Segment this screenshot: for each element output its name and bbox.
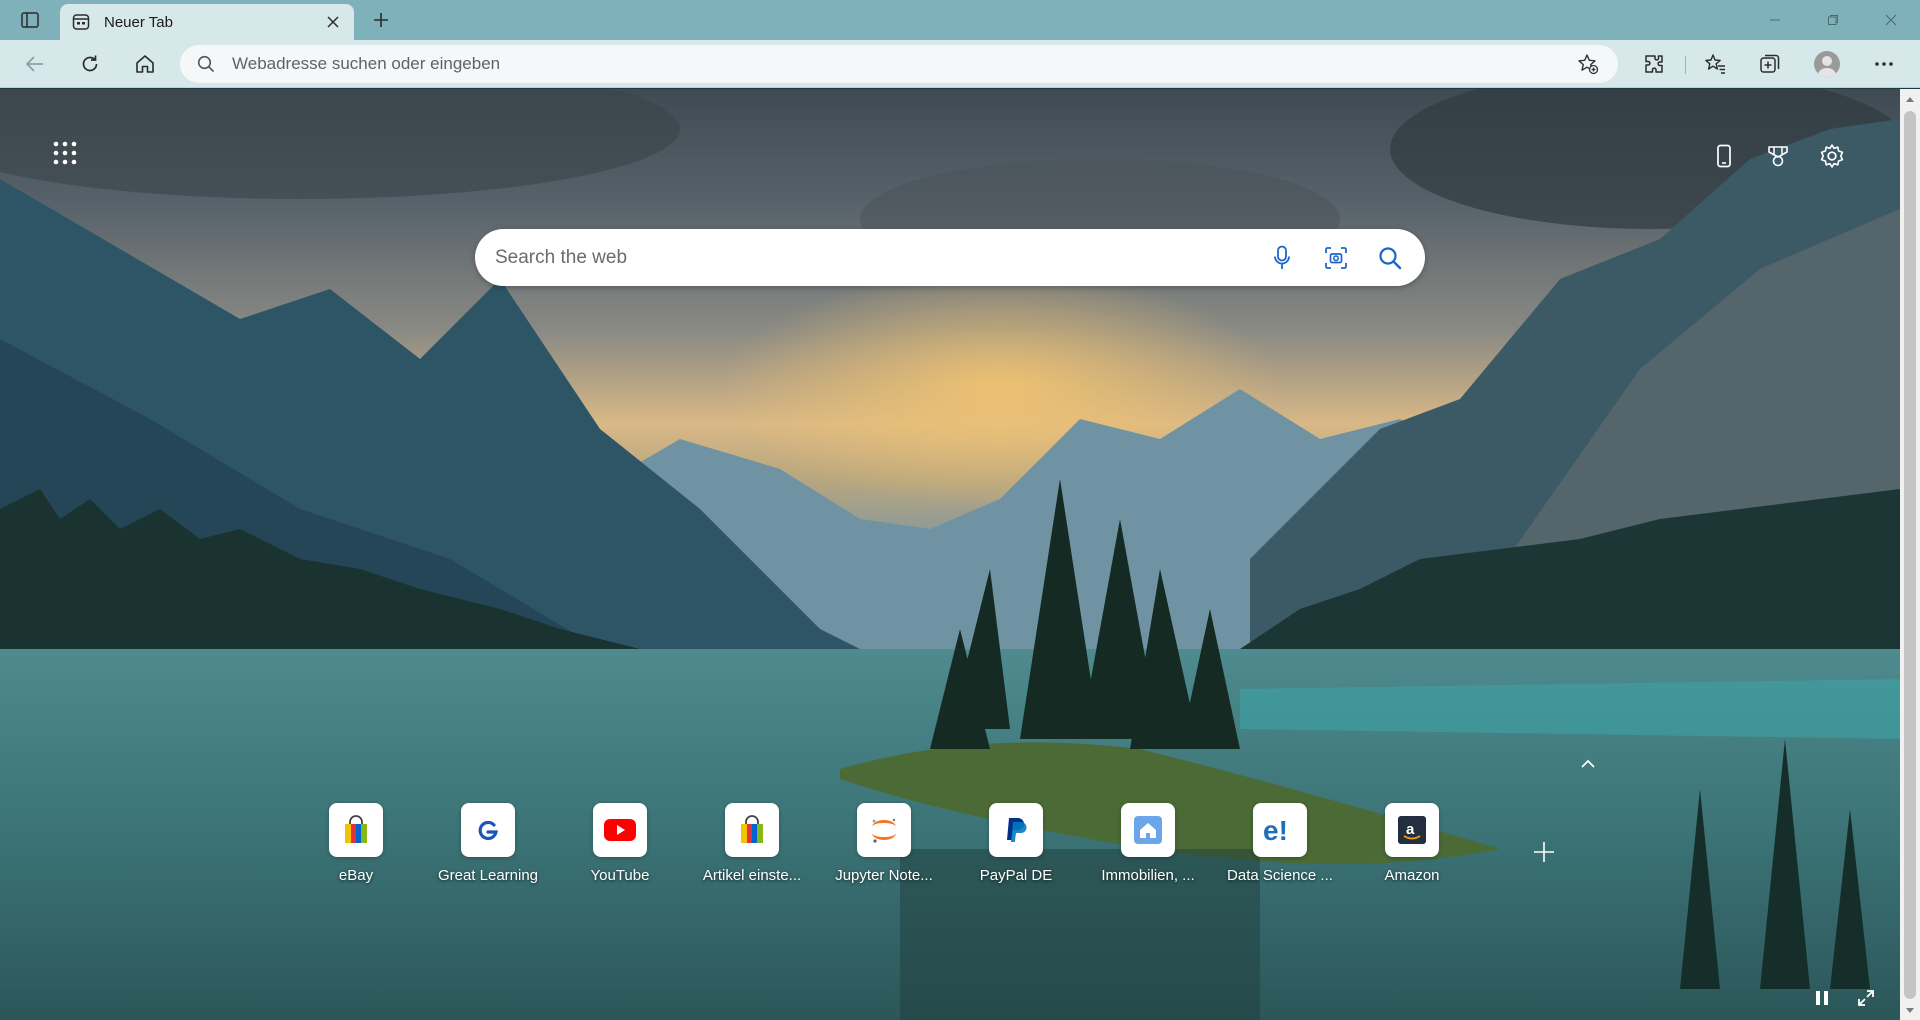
- quick-link-youtube[interactable]: YouTube: [560, 803, 680, 885]
- extensions-icon: [1645, 55, 1663, 73]
- address-bar[interactable]: [180, 45, 1618, 83]
- tab-close-icon[interactable]: [322, 11, 344, 33]
- restore-icon: [1828, 15, 1838, 25]
- web-search-input[interactable]: [475, 246, 1255, 269]
- waffle-icon: [53, 141, 77, 165]
- voice-search-button[interactable]: [1255, 229, 1309, 286]
- phone-button[interactable]: [1706, 140, 1742, 172]
- background-controls: [1806, 984, 1882, 1012]
- youtube-icon: [593, 803, 647, 857]
- quick-link-great-learning[interactable]: Great Learning: [428, 803, 548, 885]
- quick-link-data-science[interactable]: e! Data Science ...: [1220, 803, 1340, 885]
- apps-launcher-button[interactable]: [48, 136, 82, 170]
- web-search-box[interactable]: [475, 229, 1425, 286]
- shopping-bag-icon: [725, 803, 779, 857]
- phone-icon: [1717, 144, 1731, 168]
- expand-icon: [1858, 990, 1874, 1006]
- house-icon: [1121, 803, 1175, 857]
- minimize-button[interactable]: [1746, 0, 1804, 40]
- home-icon: [136, 55, 154, 73]
- plus-icon: [374, 13, 388, 27]
- favorite-add-icon[interactable]: [1568, 45, 1608, 83]
- amazon-icon: a: [1385, 803, 1439, 857]
- quick-link-label: eBay: [338, 867, 374, 884]
- quick-link-label: PayPal DE: [979, 867, 1053, 884]
- title-bar: Neuer Tab: [0, 0, 1920, 40]
- new-tab-button[interactable]: [366, 6, 396, 34]
- quick-link-label: Amazon: [1384, 867, 1440, 884]
- toolbar-divider: [1685, 56, 1686, 74]
- quick-link-label: Great Learning: [437, 867, 539, 884]
- quick-link-label: Data Science ...: [1227, 867, 1333, 884]
- quick-link-label: Jupyter Note...: [835, 867, 933, 884]
- page-scrollbar[interactable]: [1900, 89, 1920, 1020]
- more-button[interactable]: [1866, 48, 1902, 80]
- ntp-top-right-controls: [1706, 140, 1850, 172]
- profile-button[interactable]: [1809, 48, 1845, 80]
- quick-link-artikel-einstellen[interactable]: Artikel einste...: [692, 803, 812, 885]
- g-logo-icon: [461, 803, 515, 857]
- svg-text:e!: e!: [1263, 815, 1288, 845]
- extensions-button[interactable]: [1636, 48, 1672, 80]
- refresh-button[interactable]: [72, 48, 108, 80]
- restore-button[interactable]: [1804, 0, 1862, 40]
- close-window-button[interactable]: [1862, 0, 1920, 40]
- search-icon: [1379, 246, 1402, 269]
- quick-link-label: Immobilien, ...: [1101, 867, 1195, 884]
- quick-link-label: YouTube: [590, 867, 650, 884]
- page-settings-button[interactable]: [1814, 140, 1850, 172]
- pause-icon: [1816, 991, 1828, 1005]
- scroll-down-arrow-icon[interactable]: [1900, 1002, 1920, 1018]
- quick-link-ebay[interactable]: eBay: [296, 803, 416, 885]
- expand-background-button[interactable]: [1850, 984, 1882, 1012]
- quick-link-jupyter[interactable]: Jupyter Note...: [824, 803, 944, 885]
- scroll-thumb[interactable]: [1904, 111, 1916, 999]
- tab-active[interactable]: Neuer Tab: [60, 4, 354, 40]
- new-tab-page-icon: [70, 11, 92, 33]
- tab-title: Neuer Tab: [104, 13, 173, 31]
- pause-background-button[interactable]: [1806, 984, 1838, 1012]
- visual-search-button[interactable]: [1309, 229, 1363, 286]
- tab-actions-icon: [21, 12, 39, 28]
- more-icon: [1875, 62, 1893, 66]
- scroll-up-arrow-icon[interactable]: [1900, 91, 1920, 107]
- microphone-icon: [1274, 245, 1290, 269]
- settings-icon: [1820, 144, 1844, 168]
- rewards-icon: [1768, 146, 1788, 167]
- collections-icon: [1760, 54, 1780, 73]
- collections-button[interactable]: [1752, 48, 1788, 80]
- e-logo-icon: e!: [1253, 803, 1307, 857]
- paypal-icon: [989, 803, 1043, 857]
- shopping-bag-icon: [329, 803, 383, 857]
- profile-avatar: [1814, 51, 1840, 77]
- back-icon: [25, 56, 43, 72]
- refresh-icon: [82, 55, 98, 72]
- visual-search-icon: [1325, 246, 1347, 269]
- rewards-button[interactable]: [1760, 140, 1796, 172]
- minimize-icon: [1770, 19, 1780, 21]
- quick-link-amazon[interactable]: a Amazon: [1352, 803, 1472, 885]
- close-icon: [1885, 14, 1897, 26]
- jupyter-icon: [857, 803, 911, 857]
- favorites-icon: [1705, 54, 1725, 74]
- new-tab-page: eBay Great Learning YouTube Artikel eins…: [0, 89, 1900, 1020]
- quick-link-label: Artikel einste...: [702, 867, 802, 884]
- back-button[interactable]: [17, 48, 53, 80]
- tab-actions-button[interactable]: [16, 8, 44, 32]
- quick-link-paypal[interactable]: PayPal DE: [956, 803, 1076, 885]
- toolbar: [0, 40, 1920, 88]
- favorites-button[interactable]: [1697, 48, 1733, 80]
- search-icon: [186, 45, 226, 83]
- quick-link-immobilien[interactable]: Immobilien, ...: [1088, 803, 1208, 885]
- address-input[interactable]: [226, 54, 1568, 74]
- home-button[interactable]: [127, 48, 163, 80]
- svg-text:a: a: [1406, 821, 1415, 838]
- search-submit-button[interactable]: [1363, 229, 1417, 286]
